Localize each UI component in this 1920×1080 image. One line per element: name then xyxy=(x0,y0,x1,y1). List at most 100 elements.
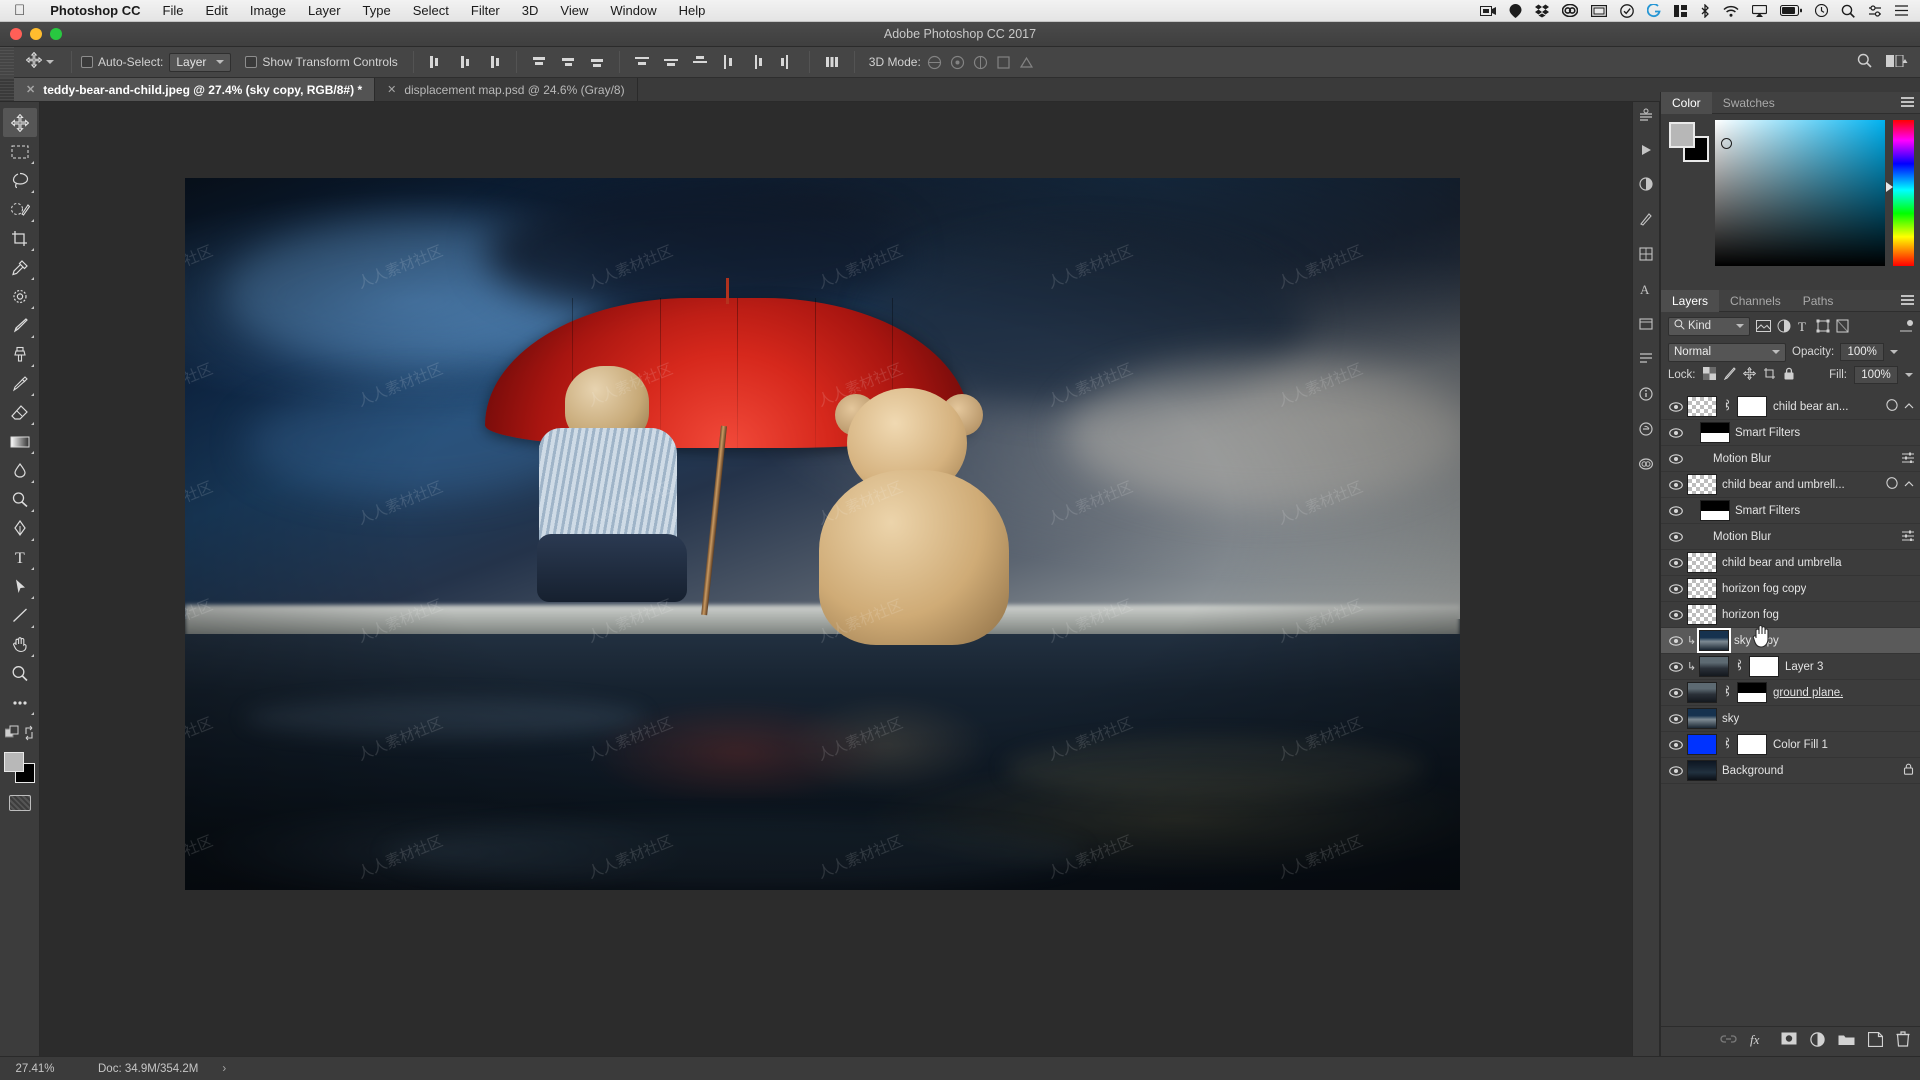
distribute-spacing-icon[interactable] xyxy=(819,50,845,74)
layer-row[interactable]: Motion Blur xyxy=(1661,446,1920,472)
chevron-right-icon[interactable]: › xyxy=(222,1063,226,1075)
layer-row[interactable]: ground plane. xyxy=(1661,680,1920,706)
fill-value[interactable]: 100% xyxy=(1854,366,1898,384)
document-tab-teddy-bear[interactable]: ✕ teddy-bear-and-child.jpeg @ 27.4% (sky… xyxy=(14,78,376,101)
distribute-bottom-edges-icon[interactable] xyxy=(687,50,713,74)
layer-name[interactable]: ground plane. xyxy=(1773,687,1843,699)
layer-mask-thumbnail[interactable] xyxy=(1737,396,1767,417)
eye-icon[interactable] xyxy=(1665,453,1687,464)
layer-thumbnail[interactable] xyxy=(1700,500,1730,521)
layer-row[interactable]: ↳ sky copy xyxy=(1661,628,1920,654)
layer-thumbnail[interactable] xyxy=(1687,708,1717,729)
list-icon[interactable] xyxy=(1895,5,1908,16)
layer-name[interactable]: Color Fill 1 xyxy=(1773,739,1828,751)
path-selection-tool[interactable] xyxy=(3,572,37,601)
color-panel-swatches[interactable] xyxy=(1669,122,1709,162)
align-right-edges-icon[interactable] xyxy=(481,50,507,74)
dropbox-icon[interactable] xyxy=(1535,4,1549,18)
search-icon[interactable] xyxy=(1841,4,1855,18)
align-left-edges-icon[interactable] xyxy=(423,50,449,74)
layer-row[interactable]: horizon fog copy xyxy=(1661,576,1920,602)
layer-row[interactable]: child bear an... xyxy=(1661,394,1920,420)
layer-name[interactable]: Smart Filters xyxy=(1735,427,1800,439)
eye-icon[interactable] xyxy=(1665,661,1687,672)
menu-item-image[interactable]: Image xyxy=(239,3,297,18)
libraries-icon[interactable] xyxy=(1638,456,1654,477)
mask-link-icon[interactable] xyxy=(1722,399,1733,414)
distribute-vertical-centers-icon[interactable] xyxy=(658,50,684,74)
apple-icon[interactable]:  xyxy=(0,3,39,18)
layer-thumbnail[interactable] xyxy=(1699,656,1729,677)
layer-name[interactable]: sky copy xyxy=(1734,635,1779,647)
default-colors-and-swap[interactable] xyxy=(3,721,37,745)
collapse-icon[interactable] xyxy=(1904,479,1914,491)
tool-preset-picker[interactable] xyxy=(18,51,62,72)
quick-selection-tool[interactable] xyxy=(3,195,37,224)
menu-item-filter[interactable]: Filter xyxy=(460,3,511,18)
type-filter-icon[interactable]: T xyxy=(1797,319,1810,333)
info-icon[interactable] xyxy=(1638,386,1654,407)
tab-color[interactable]: Color xyxy=(1661,91,1712,114)
edit-toolbar-button[interactable] xyxy=(3,688,37,717)
layer-mask-thumbnail[interactable] xyxy=(1749,656,1779,677)
properties-icon[interactable] xyxy=(1638,316,1654,337)
layer-name[interactable]: Motion Blur xyxy=(1713,531,1771,543)
layer-name[interactable]: Background xyxy=(1722,765,1783,777)
layer-name[interactable]: child bear and umbrell... xyxy=(1722,479,1845,491)
minimize-window-button[interactable] xyxy=(30,28,42,40)
checkmark-circle-icon[interactable] xyxy=(1620,3,1634,18)
filter-toggle-icon[interactable] xyxy=(1899,319,1913,333)
mask-link-icon[interactable] xyxy=(1722,685,1733,700)
brush-tool[interactable] xyxy=(3,311,37,340)
layer-mask-thumbnail[interactable] xyxy=(1737,682,1767,703)
line-tool[interactable] xyxy=(3,601,37,630)
adjustment-layer-icon[interactable] xyxy=(1810,1031,1825,1052)
eye-icon[interactable] xyxy=(1665,739,1687,750)
layer-thumbnail[interactable] xyxy=(1697,628,1731,653)
layer-thumbnail[interactable] xyxy=(1687,396,1717,417)
menu-item-photoshop[interactable]: Photoshop CC xyxy=(39,3,151,18)
clock-icon[interactable] xyxy=(1815,4,1828,17)
align-bottom-edges-icon[interactable] xyxy=(584,50,610,74)
history-icon[interactable] xyxy=(1638,108,1654,129)
eye-icon[interactable] xyxy=(1665,505,1687,516)
actions-icon[interactable] xyxy=(1638,421,1654,442)
shape-filter-icon[interactable] xyxy=(1816,319,1830,333)
layer-name[interactable]: horizon fog xyxy=(1722,609,1779,621)
layer-name[interactable]: sky xyxy=(1722,713,1739,725)
opacity-value[interactable]: 100% xyxy=(1840,343,1885,361)
layer-thumbnail[interactable] xyxy=(1687,734,1717,755)
search-icon[interactable] xyxy=(1857,53,1872,71)
filter-options-icon[interactable] xyxy=(1902,452,1914,466)
quick-mask-icon[interactable] xyxy=(8,795,31,811)
layer-mask-thumbnail[interactable] xyxy=(1737,734,1767,755)
smartobject-icon[interactable] xyxy=(1886,399,1898,414)
close-window-button[interactable] xyxy=(10,28,22,40)
tab-swatches[interactable]: Swatches xyxy=(1712,92,1786,114)
hue-ramp[interactable] xyxy=(1886,120,1914,266)
pixel-filter-icon[interactable] xyxy=(1756,319,1771,333)
patterns-icon[interactable] xyxy=(1638,246,1654,267)
move-tool[interactable] xyxy=(2,108,37,137)
grid-icon[interactable] xyxy=(1674,4,1687,17)
eye-icon[interactable] xyxy=(1665,687,1687,698)
add-mask-icon[interactable] xyxy=(1781,1032,1797,1051)
hue-slider-handle[interactable] xyxy=(1886,182,1893,192)
layer-row[interactable]: child bear and umbrell... xyxy=(1661,472,1920,498)
layer-name[interactable]: Smart Filters xyxy=(1735,505,1800,517)
smartobject-icon[interactable] xyxy=(1886,477,1898,492)
lock-image-icon[interactable] xyxy=(1723,367,1736,383)
menu-item-layer[interactable]: Layer xyxy=(297,3,352,18)
layer-row[interactable]: Color Fill 1 xyxy=(1661,732,1920,758)
workspace-switcher-icon[interactable] xyxy=(1886,54,1908,70)
foreground-color-swatch[interactable] xyxy=(1669,122,1695,148)
layer-name[interactable]: Motion Blur xyxy=(1713,453,1771,465)
layer-thumbnail[interactable] xyxy=(1687,760,1717,781)
layer-row[interactable]: Smart Filters xyxy=(1661,498,1920,524)
zoom-level[interactable]: 27.41% xyxy=(0,1063,70,1075)
creative-cloud-icon[interactable] xyxy=(1562,4,1578,17)
eye-icon[interactable] xyxy=(1665,635,1687,646)
fx-icon[interactable]: fx xyxy=(1750,1032,1768,1052)
layer-thumbnail[interactable] xyxy=(1700,422,1730,443)
eye-icon[interactable] xyxy=(1665,609,1687,620)
